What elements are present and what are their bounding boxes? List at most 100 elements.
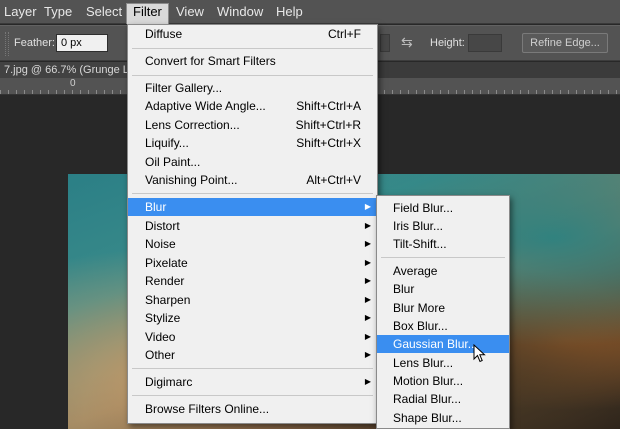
menu-item-label: Field Blur... <box>393 201 454 215</box>
blur-submenu: Field Blur... Iris Blur... Tilt-Shift...… <box>376 195 510 429</box>
feather-input[interactable]: 0 px <box>56 34 108 52</box>
menu-item-label: Motion Blur... <box>393 374 464 388</box>
menu-item-label: Noise <box>145 237 176 251</box>
menu-bar: Layer Type Select Filter View Window Hel… <box>0 0 620 24</box>
menu-item-adaptive-wide-angle[interactable]: Adaptive Wide Angle... Shift+Ctrl+A <box>128 97 377 115</box>
menu-item-browse-filters-online[interactable]: Browse Filters Online... <box>128 400 377 418</box>
menu-item-label: Average <box>393 264 438 278</box>
menu-item-other[interactable]: Other ▶ <box>128 346 377 364</box>
height-input[interactable] <box>468 34 502 52</box>
menu-divider <box>132 395 373 396</box>
menu-item-lens-blur[interactable]: Lens Blur... <box>377 354 509 372</box>
menu-item-iris-blur[interactable]: Iris Blur... <box>377 217 509 235</box>
menu-item-shortcut: Alt+Ctrl+V <box>306 173 361 187</box>
menu-item-label: Gaussian Blur... <box>393 337 478 351</box>
ruler-zero-label: 0 <box>70 78 76 89</box>
menu-item-label: Stylize <box>145 311 181 325</box>
menu-item-radial-blur[interactable]: Radial Blur... <box>377 390 509 408</box>
menu-item-noise[interactable]: Noise ▶ <box>128 235 377 253</box>
menu-item-vanishing-point[interactable]: Vanishing Point... Alt+Ctrl+V <box>128 171 377 189</box>
menu-item-label: Convert for Smart Filters <box>145 54 276 68</box>
menu-item-blur-more[interactable]: Blur More <box>377 299 509 317</box>
menu-divider <box>132 75 373 76</box>
feather-label: Feather: <box>14 37 55 49</box>
menu-item-diffuse[interactable]: Diffuse Ctrl+F <box>128 25 377 43</box>
menu-item-label: Sharpen <box>145 293 191 307</box>
menu-item-shortcut: Shift+Ctrl+A <box>296 99 361 113</box>
mouse-pointer-icon <box>473 344 486 363</box>
menu-item-box-blur[interactable]: Box Blur... <box>377 317 509 335</box>
triangle-right-icon: ▶ <box>364 350 371 359</box>
menu-window[interactable]: Window <box>211 4 269 22</box>
menu-item-gaussian-blur[interactable]: Gaussian Blur... <box>377 335 509 353</box>
triangle-right-icon: ▶ <box>364 295 371 304</box>
menu-item-label: Render <box>145 274 185 288</box>
width-input[interactable] <box>380 34 390 52</box>
menu-item-label: Digimarc <box>145 375 193 389</box>
triangle-right-icon: ▶ <box>364 221 371 230</box>
triangle-right-icon: ▶ <box>364 239 371 248</box>
menu-item-shape-blur[interactable]: Shape Blur... <box>377 409 509 427</box>
menu-item-label: Diffuse <box>145 27 183 41</box>
menu-item-label: Lens Correction... <box>145 118 240 132</box>
menu-item-field-blur[interactable]: Field Blur... <box>377 199 509 217</box>
menu-item-stylize[interactable]: Stylize ▶ <box>128 309 377 327</box>
menu-item-filter-gallery[interactable]: Filter Gallery... <box>128 79 377 97</box>
menu-item-label: Blur More <box>393 301 446 315</box>
menu-item-label: Oil Paint... <box>145 155 201 169</box>
menu-item-tilt-shift[interactable]: Tilt-Shift... <box>377 235 509 253</box>
document-tab[interactable]: 7.jpg @ 66.7% (Grunge La <box>0 62 128 78</box>
menu-item-liquify[interactable]: Liquify... Shift+Ctrl+X <box>128 134 377 152</box>
menu-item-motion-blur[interactable]: Motion Blur... <box>377 372 509 390</box>
menu-item-shortcut: Shift+Ctrl+R <box>295 118 361 132</box>
menu-item-sharpen[interactable]: Sharpen ▶ <box>128 291 377 309</box>
menu-item-shortcut: Ctrl+F <box>328 27 361 41</box>
triangle-right-icon: ▶ <box>364 202 371 211</box>
menu-item-shortcut: Shift+Ctrl+X <box>296 136 361 150</box>
menu-item-average[interactable]: Average <box>377 262 509 280</box>
menu-item-digimarc[interactable]: Digimarc ▶ <box>128 373 377 391</box>
menu-item-label: Blur <box>393 282 415 296</box>
triangle-right-icon: ▶ <box>364 313 371 322</box>
menu-item-label: Browse Filters Online... <box>145 402 270 416</box>
menu-item-label: Shape Blur... <box>393 411 462 425</box>
swap-arrows-icon[interactable]: ⇆ <box>401 34 413 51</box>
menu-item-label: Video <box>145 330 176 344</box>
menu-item-pixelate[interactable]: Pixelate ▶ <box>128 254 377 272</box>
menu-item-oil-paint[interactable]: Oil Paint... <box>128 153 377 171</box>
menu-item-label: Liquify... <box>145 136 189 150</box>
menu-item-blur[interactable]: Blur ▶ <box>128 198 377 216</box>
menu-item-label: Vanishing Point... <box>145 173 238 187</box>
menu-divider <box>132 193 373 194</box>
triangle-right-icon: ▶ <box>364 377 371 386</box>
menu-item-label: Distort <box>145 219 180 233</box>
menu-item-label: Adaptive Wide Angle... <box>145 99 266 113</box>
menu-item-distort[interactable]: Distort ▶ <box>128 217 377 235</box>
menu-view[interactable]: View <box>170 4 210 22</box>
menu-item-label: Tilt-Shift... <box>393 237 447 251</box>
menu-item-label: Other <box>145 348 176 362</box>
menu-item-label: Iris Blur... <box>393 219 444 233</box>
menu-layer[interactable]: Layer <box>0 4 43 22</box>
options-bar-grip[interactable] <box>5 32 9 56</box>
menu-type[interactable]: Type <box>38 4 78 22</box>
triangle-right-icon: ▶ <box>364 258 371 267</box>
menu-item-blur-simple[interactable]: Blur <box>377 280 509 298</box>
menu-divider <box>132 48 373 49</box>
menu-item-lens-correction[interactable]: Lens Correction... Shift+Ctrl+R <box>128 116 377 134</box>
menu-select[interactable]: Select <box>80 4 128 22</box>
menu-item-label: Radial Blur... <box>393 392 462 406</box>
menu-item-video[interactable]: Video ▶ <box>128 328 377 346</box>
menu-item-label: Blur <box>145 200 167 214</box>
menu-help[interactable]: Help <box>270 4 309 22</box>
menu-filter[interactable]: Filter <box>126 3 169 24</box>
menu-item-render[interactable]: Render ▶ <box>128 272 377 290</box>
filter-menu: Diffuse Ctrl+F Convert for Smart Filters… <box>127 24 378 424</box>
menu-item-convert-smart-filters[interactable]: Convert for Smart Filters <box>128 52 377 70</box>
triangle-right-icon: ▶ <box>364 276 371 285</box>
menu-item-label: Filter Gallery... <box>145 81 223 95</box>
menu-item-label: Pixelate <box>145 256 188 270</box>
menu-item-label: Lens Blur... <box>393 356 454 370</box>
menu-divider <box>381 257 505 258</box>
refine-edge-button[interactable]: Refine Edge... <box>522 33 608 53</box>
